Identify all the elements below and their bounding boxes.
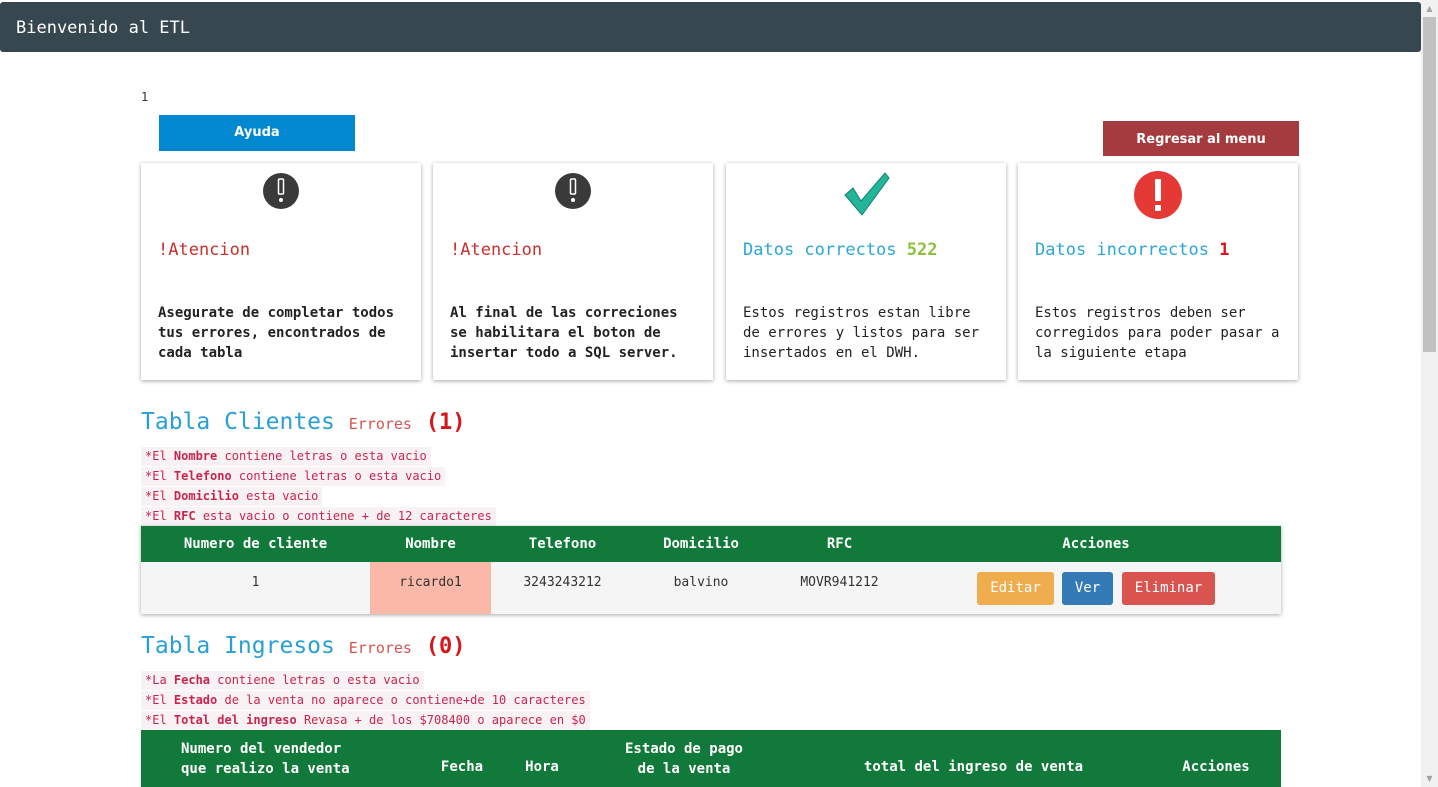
validation-note: *El Estado de la venta no aparece o cont… [141, 691, 590, 710]
column-header: Numero de cliente [183, 536, 328, 552]
clientes-table: Numero de cliente Nombre Telefono Domici… [141, 526, 1281, 614]
app-title: Bienvenido al ETL [16, 18, 190, 38]
column-header-vendedor: Numero del vendedor que realizo la venta [181, 741, 350, 777]
ingresos-table: Numero del vendedor que realizo la venta… [141, 730, 1281, 787]
card-heading: !Atencion [158, 240, 251, 260]
scroll-down-icon[interactable]: ▼ [1421, 770, 1438, 787]
cell-nombre-error[interactable]: ricardo1 [370, 562, 491, 614]
card-heading: Datos correctos 522 [743, 240, 938, 260]
scrollbar-thumb[interactable] [1423, 17, 1436, 352]
exclamation-circle-icon [141, 169, 421, 219]
cell-numero: 1 [251, 575, 260, 590]
checkmark-icon [726, 169, 1006, 219]
info-card-datos-incorrectos: Datos incorrectos 1 Estos registros debe… [1018, 163, 1298, 380]
page-number: 1 [141, 90, 149, 104]
editar-button[interactable]: Editar [977, 572, 1054, 605]
card-body: Al final de las correciones se habilitar… [450, 305, 678, 361]
alert-circle-icon [1018, 169, 1298, 219]
card-body: Estos registros estan libre de errores y… [743, 305, 980, 361]
correct-count: 522 [906, 240, 938, 260]
cell-domicilio: balvino [673, 575, 729, 590]
incorrect-count: 1 [1219, 240, 1230, 260]
validation-note: *El RFC esta vacio o contiene + de 12 ca… [141, 507, 496, 526]
vertical-scrollbar[interactable]: ▲ ▼ [1421, 0, 1438, 787]
card-heading: Datos incorrectos 1 [1035, 240, 1230, 260]
column-header-hora: Hora [525, 759, 559, 775]
column-header-acciones: Acciones [1182, 759, 1250, 775]
column-header: Acciones [1062, 536, 1130, 552]
validation-note: *El Telefono contiene letras o esta vaci… [141, 467, 446, 486]
section-title-clientes: Tabla Clientes Errores (1) [141, 409, 466, 435]
column-header: Nombre [405, 536, 456, 552]
table-header-row: Numero del vendedor que realizo la venta… [141, 730, 1281, 787]
eliminar-button[interactable]: Eliminar [1122, 572, 1215, 605]
section-title-ingresos: Tabla Ingresos Errores (0) [141, 633, 466, 659]
regresar-menu-button[interactable]: Regresar al menu principal [1103, 121, 1299, 184]
column-header: Telefono [528, 536, 597, 552]
ayuda-button[interactable]: Ayuda [159, 115, 355, 151]
column-header-total: total del ingreso de venta [863, 759, 1084, 775]
table-row: 1 ricardo1 3243243212 balvino MOVR941212… [141, 562, 1281, 614]
card-heading: !Atencion [450, 240, 543, 260]
info-card-atencion-1: !Atencion Asegurate de completar todos t… [141, 163, 421, 380]
table-header-row: Numero de cliente Nombre Telefono Domici… [141, 526, 1281, 562]
card-body: Asegurate de completar todos tus errores… [158, 305, 395, 361]
cell-rfc: MOVR941212 [800, 575, 879, 590]
card-body: Estos registros deben ser corregidos par… [1035, 305, 1280, 361]
column-header-fecha: Fecha [440, 759, 484, 775]
column-header: RFC [826, 536, 853, 552]
column-header: Domicilio [663, 536, 739, 552]
validation-note: *La Fecha contiene letras o esta vacio [141, 671, 424, 690]
cell-nombre: ricardo1 [399, 575, 462, 590]
top-navbar: Bienvenido al ETL [0, 2, 1421, 52]
validation-note: *El Nombre contiene letras o esta vacio [141, 447, 431, 466]
validation-note: *El Total del ingreso Revasa + de los $7… [141, 711, 590, 730]
info-card-atencion-2: !Atencion Al final de las correciones se… [433, 163, 713, 380]
info-card-datos-correctos: Datos correctos 522 Estos registros esta… [726, 163, 1006, 380]
cell-telefono: 3243243212 [523, 575, 602, 590]
scroll-up-icon[interactable]: ▲ [1421, 0, 1438, 17]
exclamation-circle-icon [433, 169, 713, 219]
ver-button[interactable]: Ver [1062, 572, 1113, 605]
validation-note: *El Domicilio esta vacio [141, 487, 323, 506]
column-header-estado: Estado de pago de la venta [624, 741, 743, 777]
